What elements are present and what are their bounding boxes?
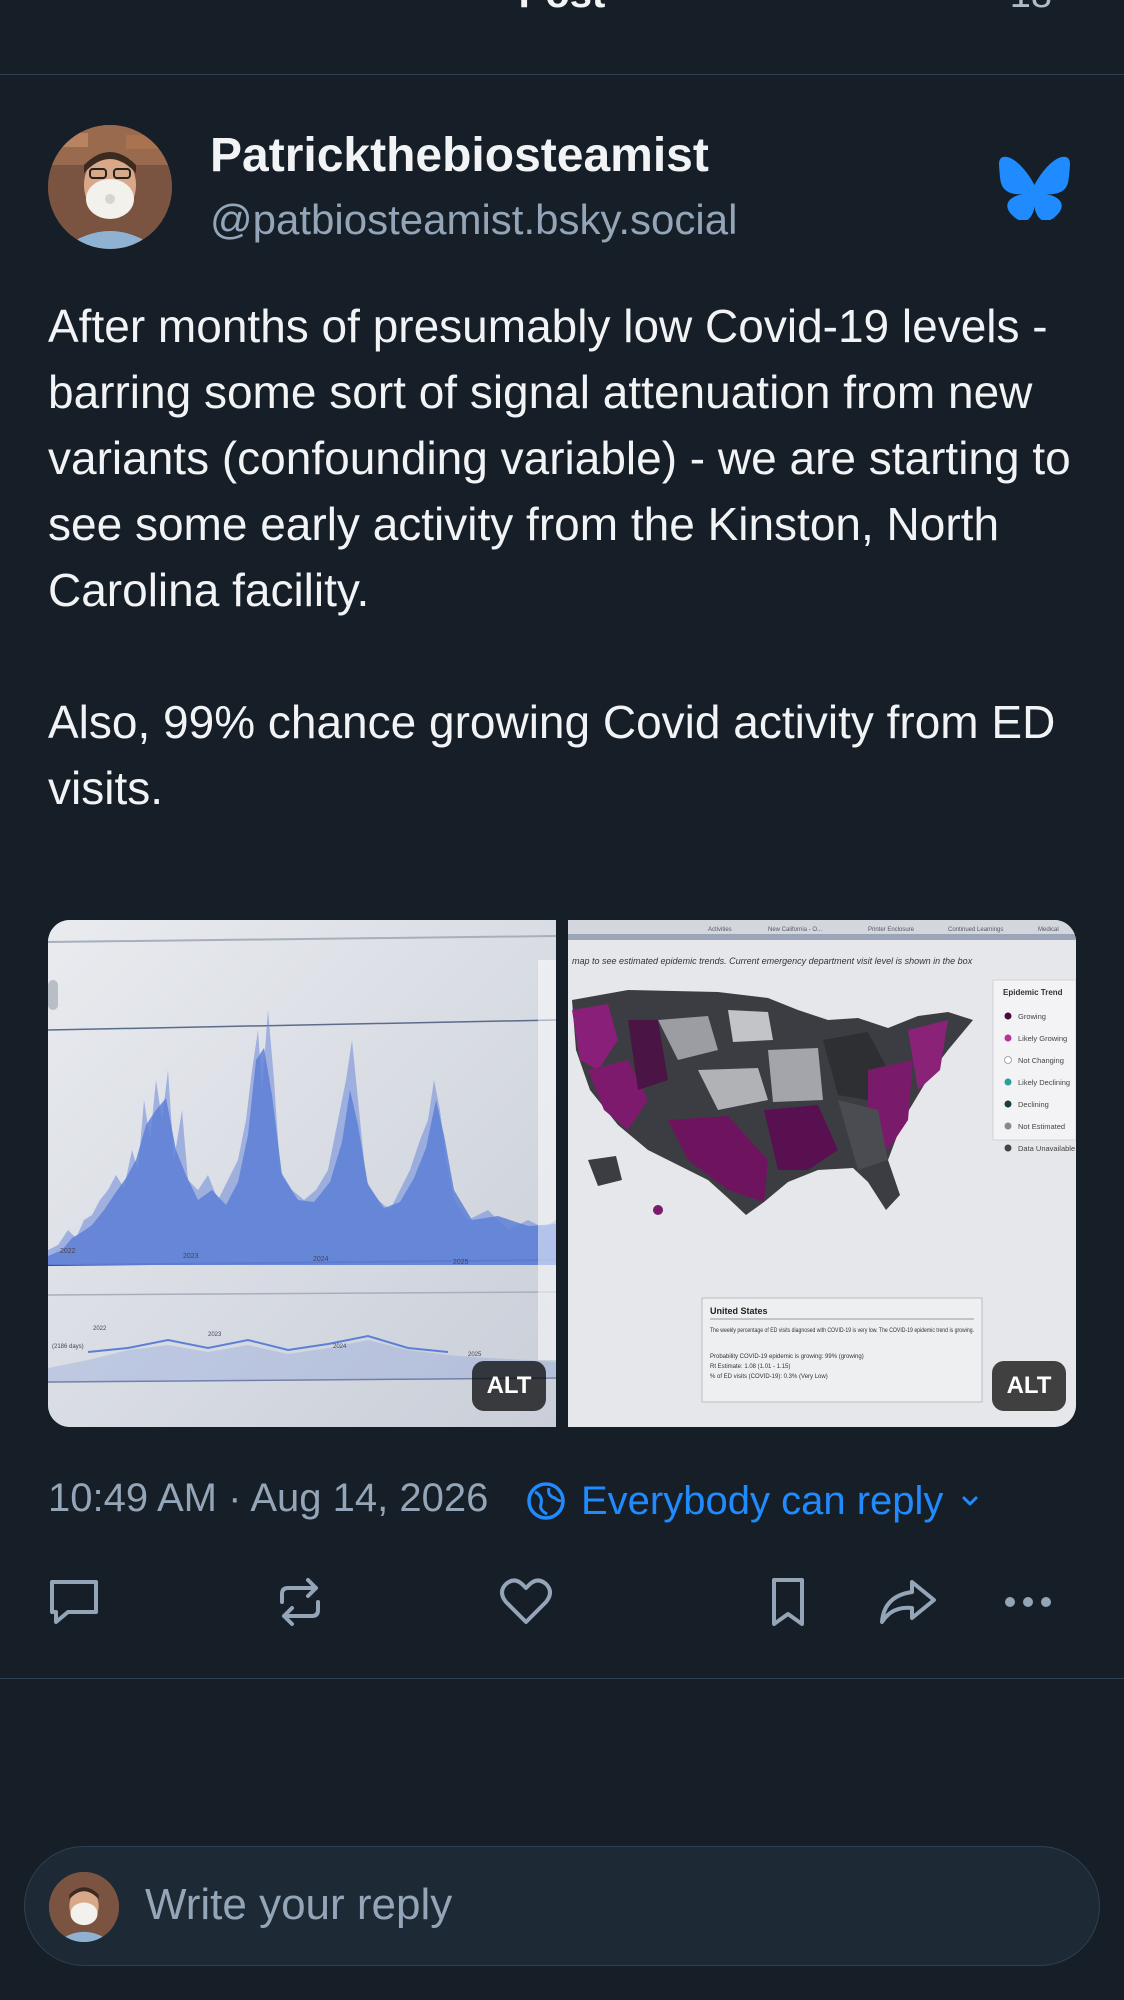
browser-tab: New California - O...	[768, 927, 822, 933]
top-bar: Post 18	[0, 0, 1124, 75]
post-actions-bar	[0, 1570, 1124, 1634]
post-image-map[interactable]: Activities New California - O... Printer…	[568, 920, 1076, 1427]
page-title: Post	[0, 0, 1124, 17]
alt-text-badge[interactable]: ALT	[472, 1361, 546, 1411]
legend-item: Likely Declining	[1018, 1078, 1070, 1087]
info-text: Rt Estimate: 1.08 (1.01 - 1.15)	[710, 1364, 790, 1370]
repost-button[interactable]	[268, 1570, 332, 1634]
upper-axis-label: 2022	[60, 1248, 76, 1255]
post-body-text: After months of presumably low Covid-19 …	[48, 300, 1071, 814]
browser-tab: Activities	[708, 927, 732, 933]
bookmark-icon	[772, 1578, 804, 1626]
reply-settings-button[interactable]: Everybody can reply	[525, 1476, 999, 1526]
legend-item: Likely Growing	[1018, 1034, 1067, 1043]
lower-axis-label: 2023	[208, 1332, 222, 1338]
upper-axis-label: 2025	[453, 1259, 469, 1266]
lower-axis-label: 2024	[333, 1344, 347, 1350]
bookmark-button[interactable]	[756, 1570, 820, 1634]
reply-button[interactable]	[42, 1570, 106, 1634]
legend-item: Not Estimated	[1018, 1122, 1065, 1131]
browser-tab: Printer Enclosure	[868, 927, 915, 933]
upper-axis-label: 2023	[183, 1253, 199, 1260]
more-options-button[interactable]	[996, 1570, 1060, 1634]
header-right-text[interactable]: 18	[1010, 0, 1052, 17]
info-title: United States	[710, 1306, 768, 1316]
info-text: Probability COVID-19 epidemic is growing…	[710, 1354, 864, 1360]
author-display-name[interactable]: Patrickthebiosteamist	[210, 128, 709, 183]
browser-tab: Medical	[1038, 927, 1059, 933]
like-button[interactable]	[494, 1570, 558, 1634]
alt-text-badge[interactable]: ALT	[992, 1361, 1066, 1411]
lower-axis-label: 2025	[468, 1352, 482, 1358]
info-text: The weekly percentage of ED visits diagn…	[710, 1328, 974, 1334]
current-user-avatar	[49, 1872, 119, 1942]
bluesky-butterfly-icon	[999, 156, 1070, 220]
chart-photo: 2022 2023 2024 2025 2022 2023 2024 2025 …	[48, 920, 556, 1427]
post-timestamp: 10:49 AM · Aug 14, 2026	[48, 1476, 489, 1520]
author-avatar[interactable]	[48, 125, 172, 249]
share-icon	[880, 1580, 936, 1624]
info-text: % of ED visits (COVID-19): 0.3% (Very Lo…	[710, 1374, 828, 1380]
divider	[0, 1678, 1124, 1679]
reply-input-placeholder[interactable]: Write your reply	[145, 1880, 452, 1930]
legend-item: Not Changing	[1018, 1056, 1064, 1065]
browser-tab: Continued Learnings	[948, 927, 1003, 933]
map-caption: map to see estimated epidemic trends. Cu…	[572, 956, 973, 966]
avatar-photo	[48, 125, 172, 249]
repost-icon	[280, 1578, 320, 1626]
upper-axis-label: 2024	[313, 1256, 329, 1263]
reply-composer[interactable]: Write your reply	[24, 1846, 1100, 1966]
reply-icon	[50, 1580, 98, 1624]
globe-icon	[527, 1482, 565, 1520]
legend-title: Epidemic Trend	[1003, 988, 1063, 997]
author-handle[interactable]: @patbiosteamist.bsky.social	[210, 196, 737, 244]
like-icon	[500, 1578, 552, 1624]
post-image-chart[interactable]: 2022 2023 2024 2025 2022 2023 2024 2025 …	[48, 920, 556, 1427]
legend-item: Growing	[1018, 1012, 1046, 1021]
lower-axis-note: (2186 days)	[52, 1344, 84, 1350]
lower-axis-label: 2022	[93, 1326, 107, 1332]
map-photo: Activities New California - O... Printer…	[568, 920, 1076, 1427]
legend-item: Data Unavailable	[1018, 1144, 1075, 1153]
legend-item: Declining	[1018, 1100, 1049, 1109]
share-button[interactable]	[876, 1570, 940, 1634]
chevron-down-icon	[962, 1496, 978, 1506]
more-icon	[1005, 1597, 1051, 1607]
reply-settings-label: Everybody can reply	[581, 1478, 944, 1523]
